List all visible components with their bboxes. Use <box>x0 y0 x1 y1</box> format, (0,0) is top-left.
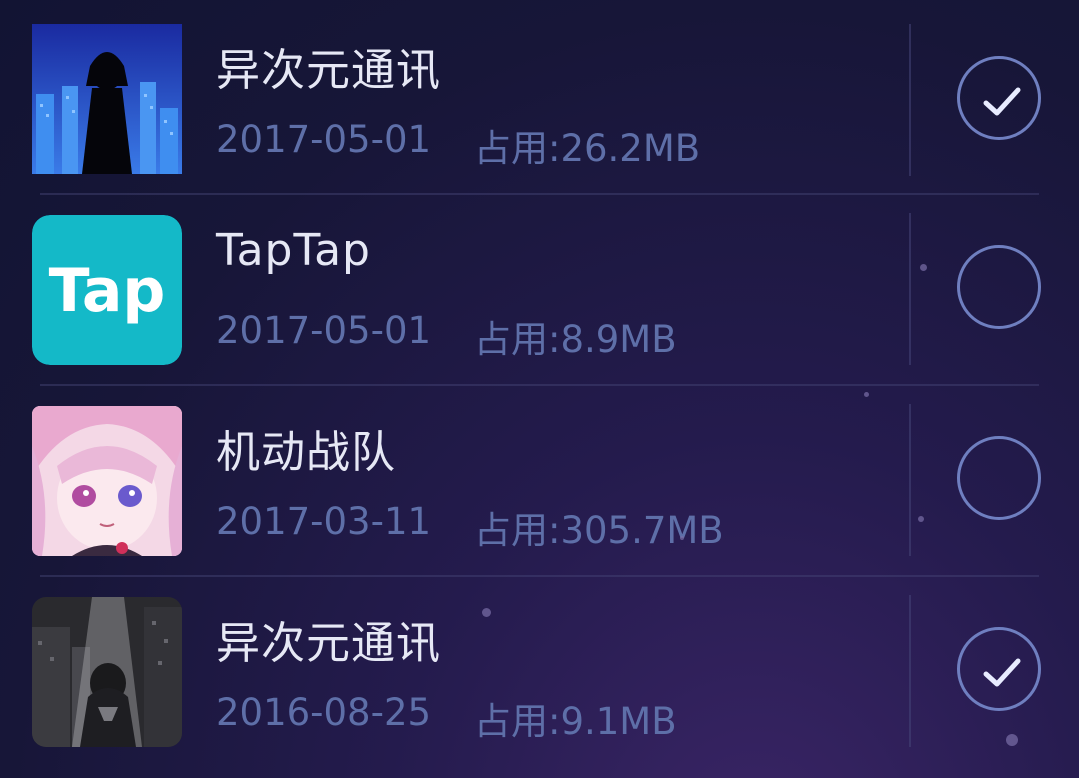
list-item[interactable]: Tap TapTap 2017-05-01 占用:8.9MB <box>0 195 1079 386</box>
app-name: 异次元通讯 <box>216 618 441 669</box>
silhouette-city-icon <box>32 24 182 174</box>
app-date: 2017-03-11 <box>216 500 432 543</box>
divider <box>909 213 911 365</box>
list-item[interactable]: 机动战队 2017-03-11 占用:305.7MB <box>0 386 1079 577</box>
app-date: 2017-05-01 <box>216 118 432 161</box>
app-list: 异次元通讯 2017-05-01 占用:26.2MB Tap TapTap 20… <box>0 0 1079 778</box>
select-checkbox[interactable] <box>957 627 1041 711</box>
dark-city-girl-icon <box>32 597 182 747</box>
check-icon <box>983 658 1021 687</box>
app-size: 占用:9.1MB <box>474 700 677 743</box>
particle-dot <box>864 392 869 397</box>
app-name: TapTap <box>216 225 371 276</box>
svg-text:Tap: Tap <box>49 256 166 326</box>
list-item[interactable]: 异次元通讯 2017-05-01 占用:26.2MB <box>0 4 1079 195</box>
check-icon <box>983 87 1021 116</box>
select-checkbox[interactable] <box>957 56 1041 140</box>
divider <box>909 404 911 556</box>
particle-dot <box>482 608 491 617</box>
select-checkbox[interactable] <box>957 436 1041 520</box>
particle-dot <box>920 264 927 271</box>
divider <box>909 595 911 747</box>
app-size: 占用:26.2MB <box>474 127 701 170</box>
particle-dot <box>680 536 684 540</box>
divider <box>909 24 911 176</box>
app-size: 占用:305.7MB <box>474 509 724 552</box>
app-date: 2017-05-01 <box>216 309 432 352</box>
app-name: 机动战队 <box>216 427 396 478</box>
anime-girl-icon <box>32 406 182 556</box>
list-item[interactable]: 异次元通讯 2016-08-25 占用:9.1MB <box>0 577 1079 768</box>
select-checkbox[interactable] <box>957 245 1041 329</box>
particle-dot <box>918 516 924 522</box>
app-size: 占用:8.9MB <box>474 318 677 361</box>
app-name: 异次元通讯 <box>216 45 441 96</box>
app-date: 2016-08-25 <box>216 691 432 734</box>
taptap-logo-icon: Tap <box>32 215 182 365</box>
particle-dot <box>1006 734 1018 746</box>
